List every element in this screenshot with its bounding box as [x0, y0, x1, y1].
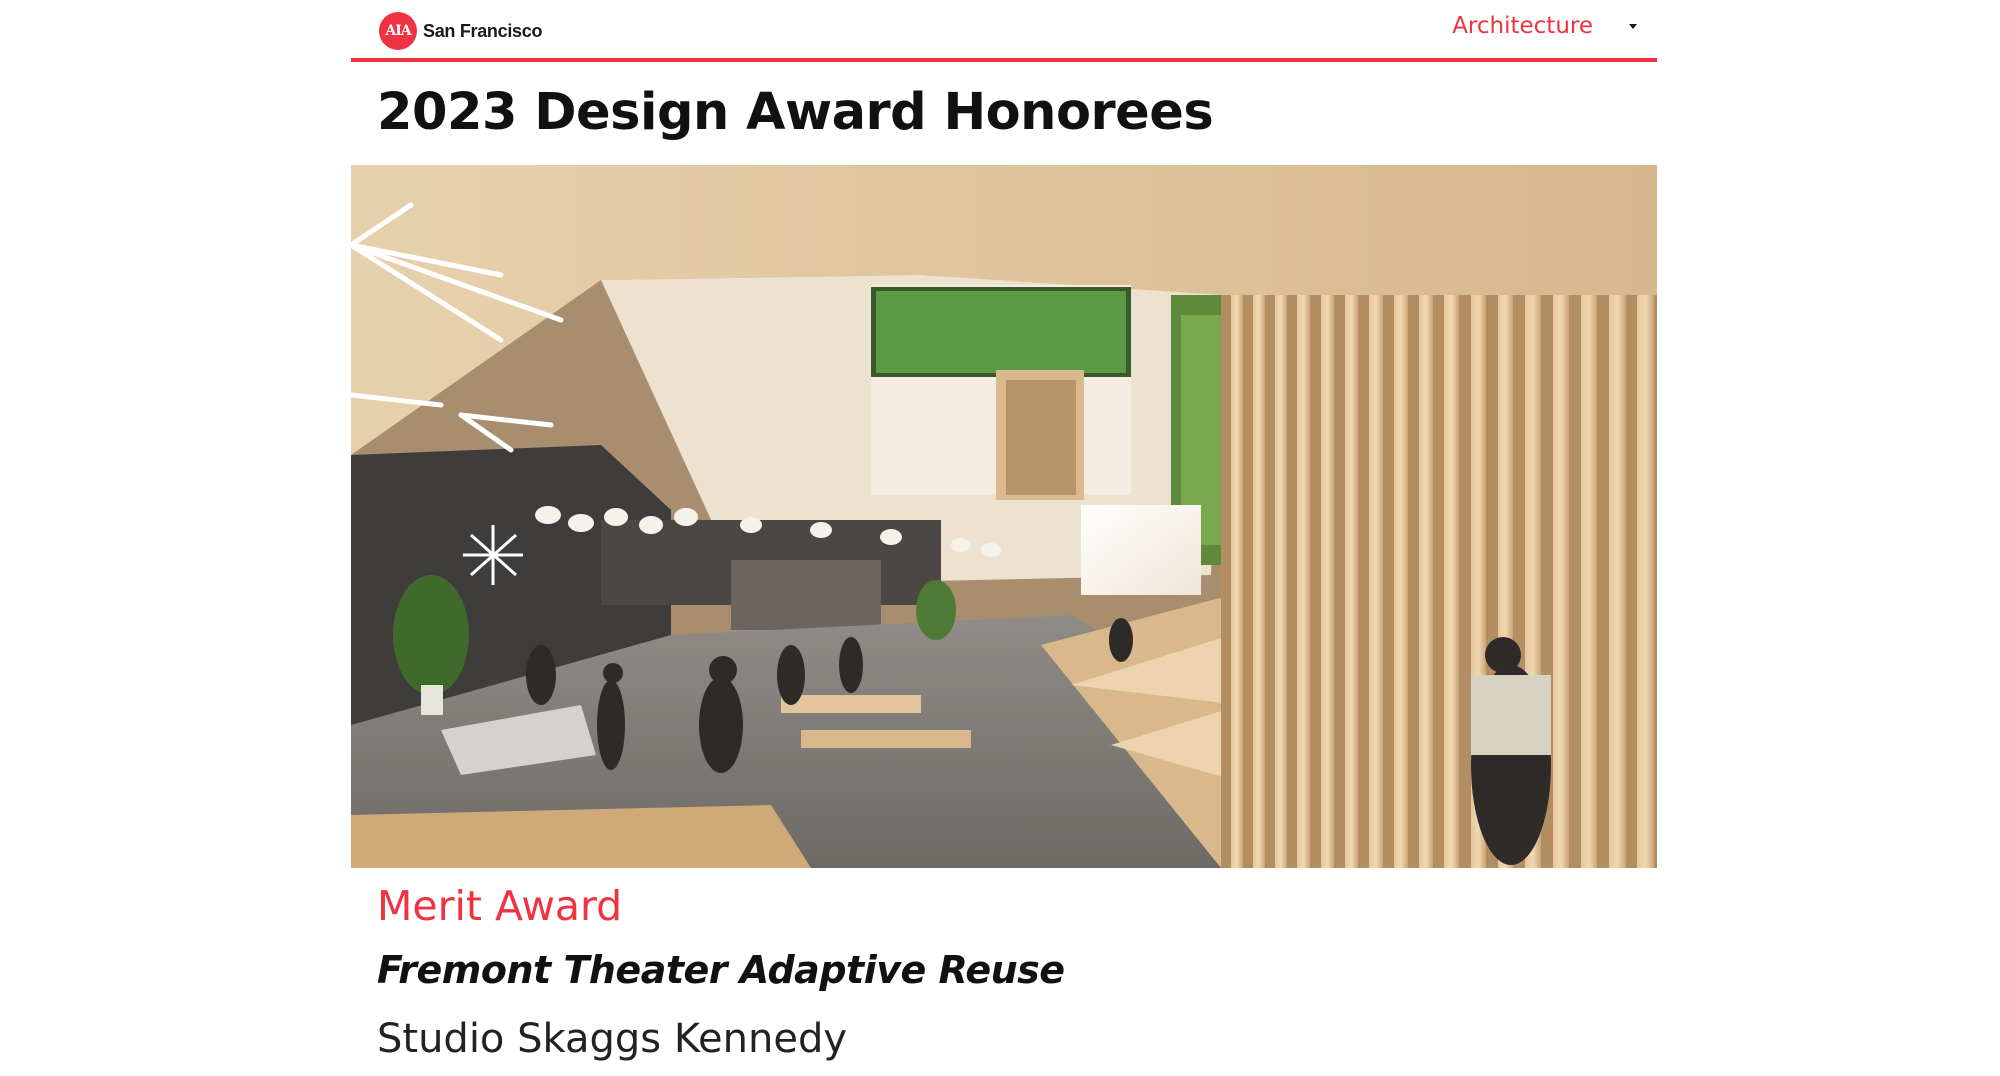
- category-dropdown[interactable]: Architecture: [1452, 13, 1637, 39]
- firm-name: Studio Skaggs Kennedy: [377, 1016, 848, 1062]
- award-label: Merit Award: [377, 882, 623, 930]
- site-header: AIA San Francisco Architecture: [351, 0, 1657, 62]
- aia-sf-logo[interactable]: AIA San Francisco: [379, 12, 542, 50]
- caret-down-icon[interactable]: [1629, 23, 1637, 29]
- category-dropdown-label[interactable]: Architecture: [1452, 13, 1593, 39]
- logo-text: San Francisco: [423, 20, 543, 41]
- hero-image: [351, 165, 1657, 868]
- content-container: AIA San Francisco Architecture 2023 Desi…: [351, 0, 1657, 1062]
- project-name[interactable]: Fremont Theater Adaptive Reuse: [377, 948, 1065, 994]
- aia-logo-badge: AIA: [379, 12, 417, 50]
- page-title: 2023 Design Award Honorees: [377, 83, 1214, 142]
- page: AIA San Francisco Architecture 2023 Desi…: [0, 0, 2000, 1076]
